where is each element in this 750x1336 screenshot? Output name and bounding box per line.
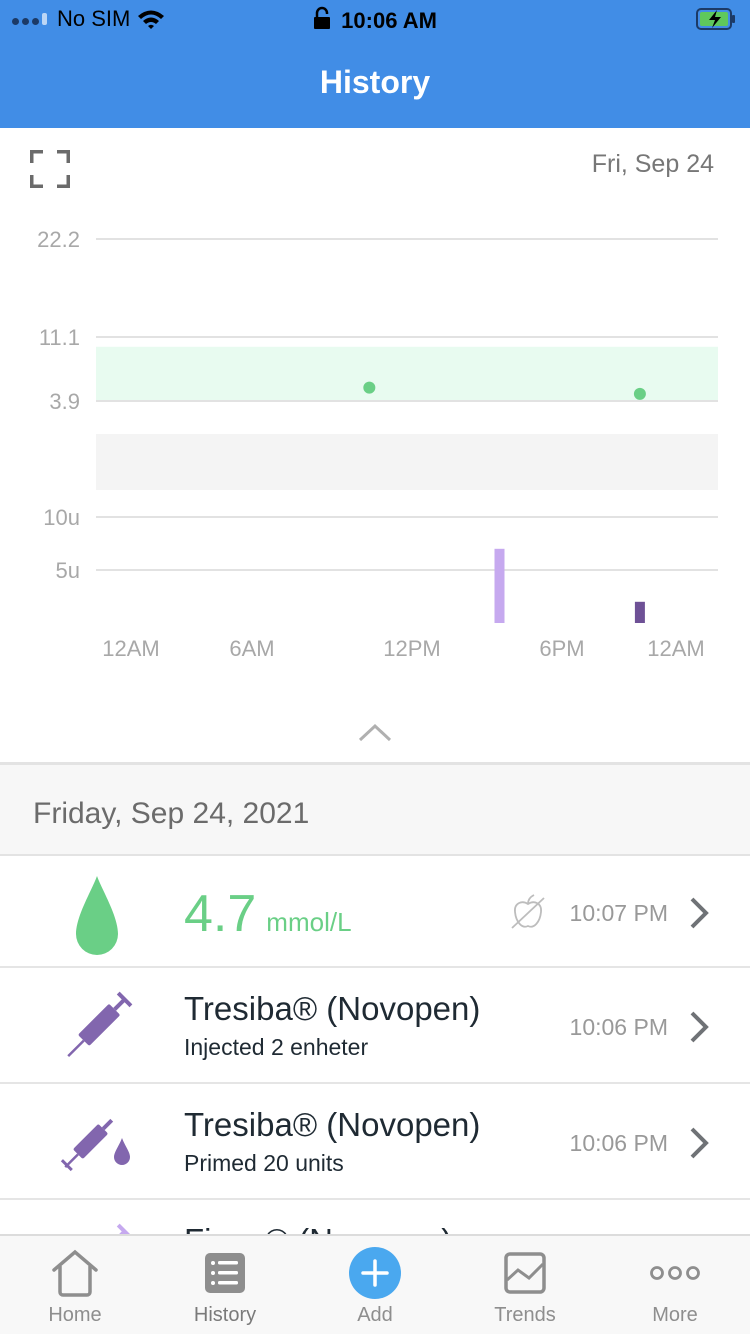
glucose-tick-label: 22.2 xyxy=(37,227,80,252)
list-item-prime[interactable]: Tresiba® (Novopen) Primed 20 units 10:06… xyxy=(0,1084,750,1200)
chart-divider-band xyxy=(96,434,718,490)
tab-label: More xyxy=(652,1304,698,1326)
tab-add[interactable]: Add xyxy=(300,1236,450,1336)
syringe-icon xyxy=(67,991,133,1058)
medication-name: Tresiba® (Novopen) xyxy=(184,990,481,1027)
status-bar: No SIM 10:06 AM xyxy=(0,0,750,40)
history-chart[interactable]: 22.2 11.1 3.9 10u 5u 12AM 6AM 12PM 6PM 12AM xyxy=(0,128,750,762)
chart-date: Fri, Sep 24 xyxy=(591,150,714,178)
trends-icon xyxy=(504,1252,546,1294)
x-tick-label: 6PM xyxy=(539,636,584,661)
insulin-tick-label: 5u xyxy=(56,558,80,583)
syringe-drop-icon xyxy=(60,1118,130,1172)
section-date: Friday, Sep 24, 2021 xyxy=(33,797,310,830)
more-icon xyxy=(650,1266,700,1280)
chevron-up-icon[interactable] xyxy=(355,718,395,748)
no-meal-icon xyxy=(511,894,545,929)
nav-bar: History xyxy=(0,40,750,128)
glucose-tick-label: 3.9 xyxy=(49,389,80,414)
history-chart-panel: 22.2 11.1 3.9 10u 5u 12AM 6AM 12PM 6PM 12AM Fri, … xyxy=(0,128,750,762)
x-tick-label: 12AM xyxy=(102,636,159,661)
insulin-bar xyxy=(634,601,645,623)
glucose-point xyxy=(633,387,646,400)
plus-circle-icon xyxy=(349,1247,401,1299)
target-range-band xyxy=(96,346,718,401)
home-icon xyxy=(52,1249,98,1297)
chevron-right-icon xyxy=(690,897,709,929)
tab-history[interactable]: History xyxy=(150,1236,300,1336)
tab-trends[interactable]: Trends xyxy=(450,1236,600,1336)
clock-time: 10:06 AM xyxy=(341,8,437,33)
glucose-value: 4.7 xyxy=(184,885,257,943)
tab-label: Home xyxy=(48,1304,102,1326)
medication-name: Tresiba® (Novopen) xyxy=(184,1106,481,1143)
glucose-point xyxy=(363,381,376,394)
entry-time: 10:06 PM xyxy=(569,1130,668,1156)
medication-detail: Primed 20 units xyxy=(184,1150,344,1176)
tab-label: Add xyxy=(357,1304,393,1326)
chevron-right-icon xyxy=(690,1011,709,1043)
glucose-tick-label: 11.1 xyxy=(39,325,80,350)
glucose-reading: 4.7 mmol/L xyxy=(184,884,352,944)
list-item-glucose[interactable]: 4.7 mmol/L 10:07 PM xyxy=(0,856,750,968)
tab-label: History xyxy=(193,1304,257,1326)
chevron-right-icon xyxy=(690,1127,709,1159)
tab-bar: Home History Add Trends More xyxy=(0,1234,750,1334)
tab-label: Trends xyxy=(494,1304,556,1326)
entry-time: 10:06 PM xyxy=(569,1014,668,1040)
insulin-bar xyxy=(494,548,505,623)
tab-home[interactable]: Home xyxy=(0,1236,150,1336)
battery-charging-icon xyxy=(696,8,735,30)
section-date-header: Friday, Sep 24, 2021 xyxy=(0,762,750,856)
expand-icon[interactable] xyxy=(30,150,70,188)
blood-drop-icon xyxy=(76,876,118,955)
page-title: History xyxy=(319,64,431,100)
medication-detail: Injected 2 enheter xyxy=(184,1034,369,1060)
glucose-unit: mmol/L xyxy=(266,907,352,937)
entry-time: 10:07 PM xyxy=(569,900,668,926)
x-tick-label: 12PM xyxy=(383,636,440,661)
lock-icon xyxy=(314,6,331,29)
insulin-tick-label: 10u xyxy=(43,505,80,530)
list-item-injection[interactable]: Tresiba® (Novopen) Injected 2 enheter 10… xyxy=(0,968,750,1084)
x-tick-label: 12AM xyxy=(647,636,704,661)
tab-more[interactable]: More xyxy=(600,1236,750,1336)
x-tick-label: 6AM xyxy=(229,636,274,661)
list-icon xyxy=(205,1253,245,1293)
